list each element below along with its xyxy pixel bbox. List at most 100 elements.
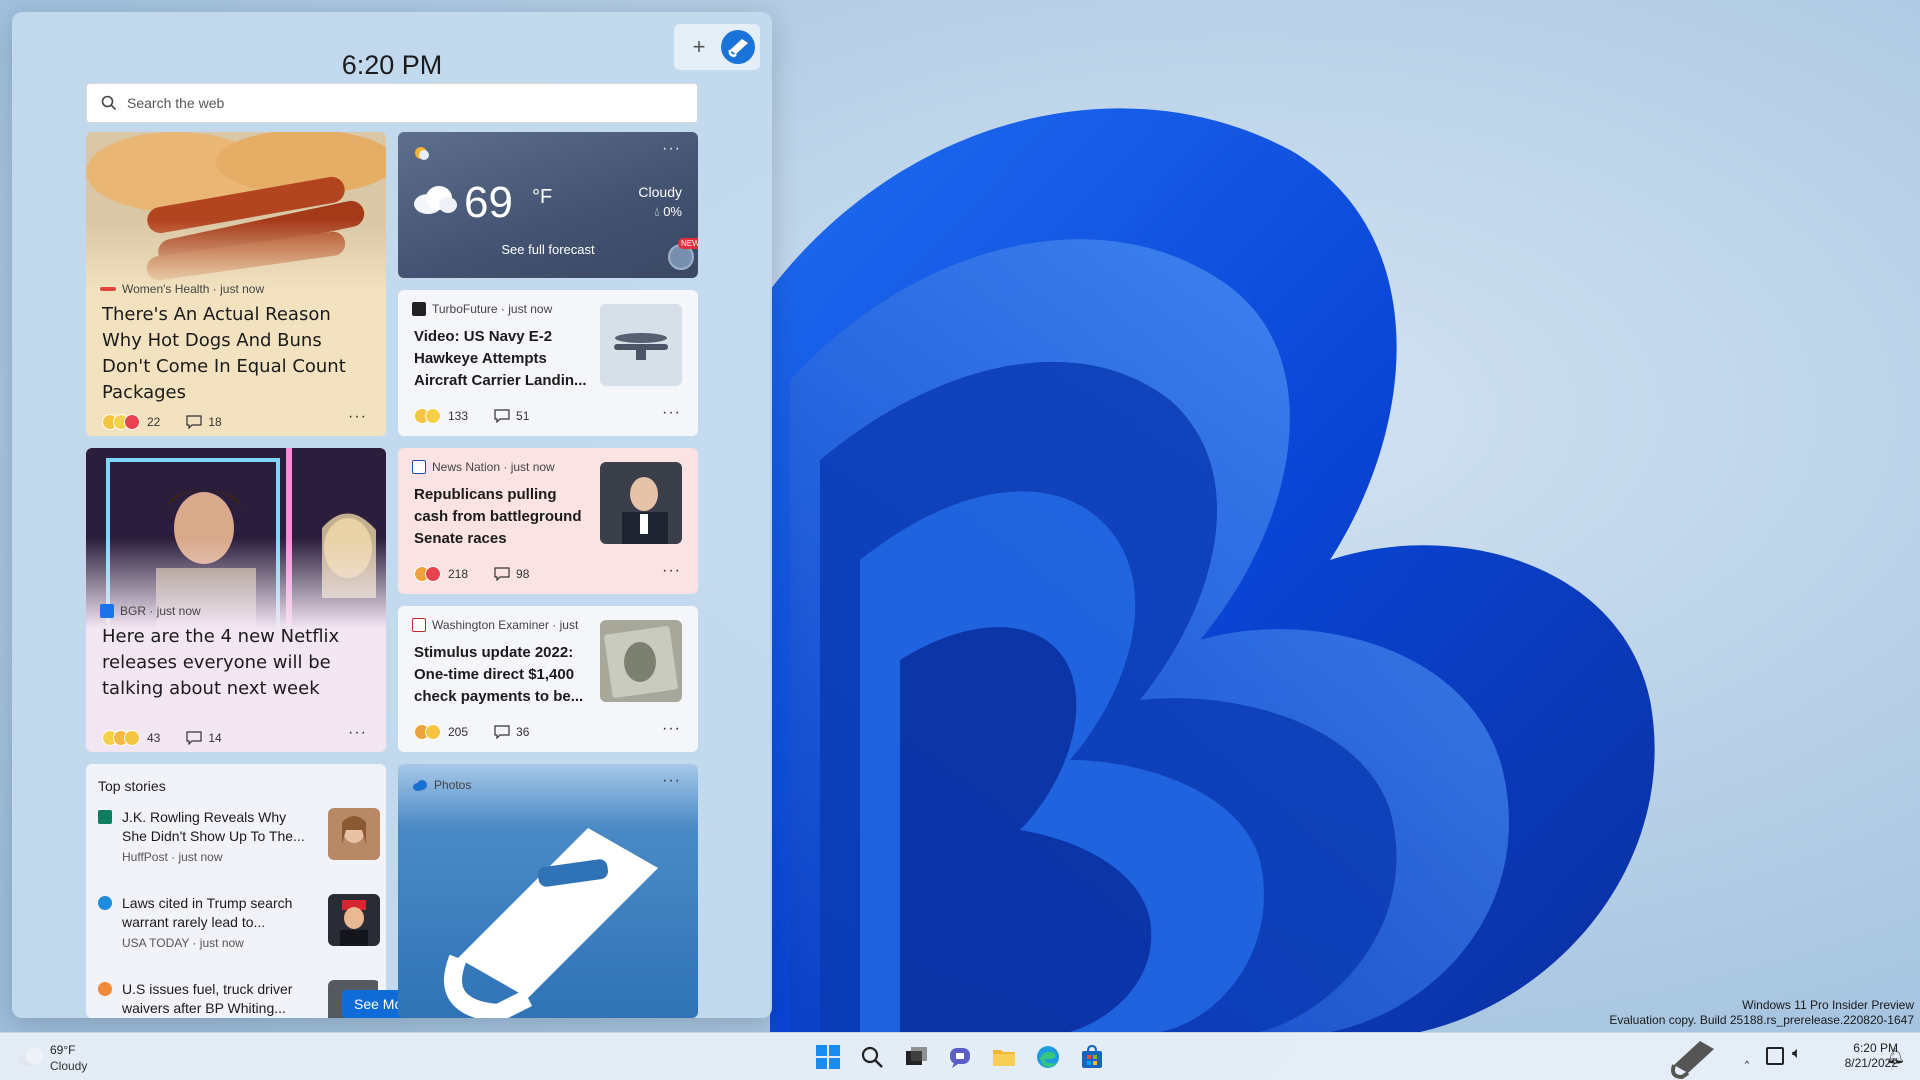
news-card-republicans[interactable]: News Nation · just now Republicans pulli…: [398, 448, 698, 594]
task-view-button[interactable]: [902, 1043, 930, 1071]
headline[interactable]: There's An Actual Reason Why Hot Dogs An…: [102, 302, 372, 406]
more-options-button[interactable]: ···: [348, 408, 367, 426]
new-badge: NEW: [678, 238, 698, 249]
turbofuture-logo: [412, 302, 426, 316]
teams-chat-button[interactable]: [946, 1043, 974, 1071]
edge-icon: [1037, 1046, 1059, 1068]
comment-icon[interactable]: [186, 731, 202, 745]
headline[interactable]: Here are the 4 new Netflix releases ever…: [102, 624, 376, 702]
search-icon: [101, 95, 117, 111]
comment-icon[interactable]: [494, 725, 510, 739]
source-row: Washington Examiner · just: [412, 618, 578, 632]
temperature-unit: °F: [532, 186, 553, 208]
taskbar-search-button[interactable]: [858, 1043, 886, 1071]
reaction-count: 205: [448, 725, 469, 739]
photos-card[interactable]: Photos ···: [398, 764, 698, 1018]
surprise-reaction-icon: [425, 408, 441, 424]
weather-condition: Cloudy: [638, 184, 682, 200]
source-label: BGR · just now: [120, 604, 201, 618]
more-options-button[interactable]: ···: [662, 562, 681, 580]
top-stories-card: Top stories J.K. Rowling Reveals Why She…: [86, 764, 386, 1018]
source-row: BGR · just now: [100, 604, 201, 618]
story-item[interactable]: J.K. Rowling Reveals Why She Didn't Show…: [98, 808, 380, 870]
photos-title: Photos: [434, 778, 472, 792]
search-input[interactable]: [127, 84, 687, 122]
show-hidden-icons-button[interactable]: ‸: [1738, 1047, 1756, 1065]
profile-avatar[interactable]: [721, 30, 755, 64]
womens-health-logo: [100, 287, 116, 291]
headline[interactable]: Video: US Navy E-2 Hawkeye Attempts Airc…: [414, 326, 592, 392]
netflix-image: [86, 448, 386, 628]
evaluation-watermark: Windows 11 Pro Insider Preview Evaluatio…: [1609, 998, 1914, 1028]
comment-count: 14: [208, 731, 222, 745]
engagement-row: 133 51: [414, 408, 529, 424]
headline[interactable]: Stimulus update 2022: One-time direct $1…: [414, 642, 592, 708]
hotdog-image: [86, 132, 386, 292]
comment-icon[interactable]: [494, 409, 510, 423]
usa-today-logo: [98, 896, 112, 910]
taskbar-weather-condition: Cloudy: [50, 1059, 88, 1073]
widgets-panel: 6:20 PM + Search the web Women's Health …: [12, 12, 772, 1018]
comment-icon[interactable]: [494, 567, 510, 581]
file-explorer-button[interactable]: [990, 1043, 1018, 1071]
taskbar: 69°F Cloudy ‸ 🔈︎ 6:20 PM 8/21/2022 🔔︎: [0, 1032, 1920, 1080]
engagement-row: 22 18: [102, 414, 222, 430]
precipitation-value: 0%: [663, 204, 682, 219]
precipitation: 💧︎ 0%: [654, 204, 682, 220]
trump-thumbnail: [328, 894, 380, 946]
panel-clock: 6:20 PM: [341, 50, 443, 80]
task-view-icon: [906, 1047, 927, 1065]
story-item[interactable]: Laws cited in Trump search warrant rarel…: [98, 894, 380, 956]
more-options-button[interactable]: ···: [662, 404, 681, 422]
droplet-icon: 💧︎: [654, 204, 660, 219]
reaction-icons[interactable]: [102, 414, 140, 430]
volume-icon[interactable]: 🔈︎: [1792, 1045, 1802, 1063]
reaction-icons[interactable]: [414, 408, 441, 424]
headline[interactable]: Republicans pulling cash from battlegrou…: [414, 484, 592, 550]
news-card-navy[interactable]: TurboFuture · just now Video: US Navy E-…: [398, 290, 698, 436]
news-card-stimulus[interactable]: Washington Examiner · just Stimulus upda…: [398, 606, 698, 752]
bgr-logo: [100, 604, 114, 618]
navy-plane-thumbnail: [600, 304, 682, 386]
reaction-icons[interactable]: [102, 730, 140, 746]
notifications-bell-icon[interactable]: 🔔︎: [1886, 1047, 1905, 1065]
book-photo-icon: [444, 828, 658, 1018]
engagement-row: 218 98: [414, 566, 529, 582]
edge-browser-button[interactable]: [1034, 1043, 1062, 1071]
taskbar-weather-widget[interactable]: 69°F Cloudy: [16, 1041, 116, 1075]
source-row: Women's Health · just now: [100, 282, 264, 296]
see-full-forecast-link[interactable]: See full forecast: [398, 242, 698, 257]
comment-icon[interactable]: [186, 415, 202, 429]
weather-card[interactable]: ··· 69 °F Cloudy 💧︎ 0% See full forecast…: [398, 132, 698, 278]
network-icon[interactable]: [1766, 1047, 1784, 1065]
news-card-hotdogs[interactable]: Women's Health · just now There's An Act…: [86, 132, 386, 436]
start-button[interactable]: [814, 1043, 842, 1071]
reaction-count: 218: [448, 567, 469, 581]
source-row: TurboFuture · just now: [412, 302, 552, 316]
cloud-icon: [17, 1048, 43, 1066]
senator-thumbnail: [600, 462, 682, 544]
reuters-logo: [98, 982, 112, 996]
story-headline: Laws cited in Trump search warrant rarel…: [122, 895, 293, 930]
more-options-button[interactable]: ···: [662, 720, 681, 738]
heart-reaction-icon: [124, 414, 140, 430]
photos-more-button[interactable]: ···: [662, 772, 681, 790]
story-item[interactable]: U.S issues fuel, truck driver waivers af…: [98, 980, 378, 1018]
news-nation-logo: [412, 460, 426, 474]
onedrive-cloud-icon: [413, 780, 427, 791]
comment-count: 51: [516, 409, 530, 423]
top-stories-title: Top stories: [98, 778, 166, 794]
source-label: Women's Health · just now: [122, 282, 265, 296]
microsoft-store-button[interactable]: [1078, 1043, 1106, 1071]
reaction-icons[interactable]: [414, 724, 441, 740]
source-row: News Nation · just now: [412, 460, 555, 474]
reaction-count: 133: [448, 409, 469, 423]
add-widget-button[interactable]: +: [684, 32, 714, 62]
engagement-row: 43 14: [102, 730, 222, 746]
more-options-button[interactable]: ···: [348, 724, 367, 742]
weather-more-button[interactable]: ···: [662, 140, 681, 158]
reaction-icons[interactable]: [414, 566, 441, 582]
news-card-netflix[interactable]: BGR · just now Here are the 4 new Netfli…: [86, 448, 386, 752]
photos-header: Photos: [412, 778, 471, 792]
search-box[interactable]: [86, 83, 698, 123]
